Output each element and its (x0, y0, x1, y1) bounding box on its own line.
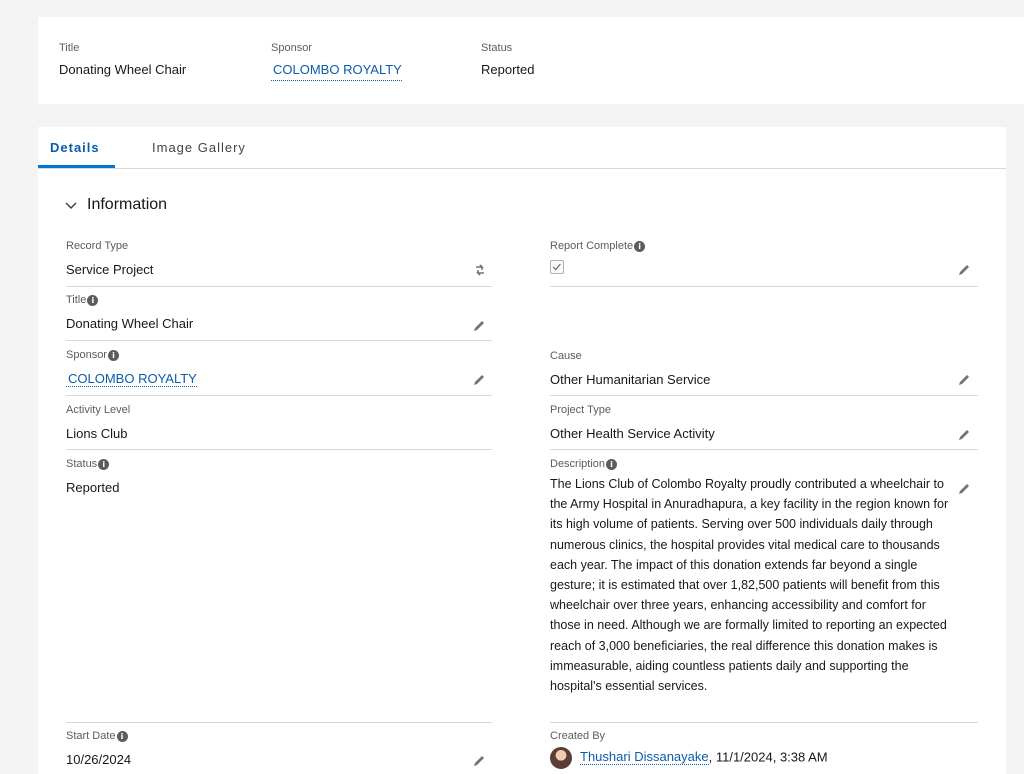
pencil-icon[interactable] (472, 319, 486, 333)
pencil-icon[interactable] (472, 373, 486, 387)
highlights-panel: Title Donating Wheel Chair Sponsor COLOM… (38, 17, 1024, 104)
highlight-sponsor-label: Sponsor (271, 42, 312, 54)
field-label: Created By (550, 730, 606, 742)
info-icon[interactable]: i (87, 294, 99, 306)
info-icon[interactable]: i (116, 730, 128, 742)
field-label: Sponsor (66, 349, 107, 361)
field-label: Cause (550, 350, 582, 362)
user-avatar[interactable] (550, 747, 572, 769)
field-cause: Cause Other Humanitarian Service (550, 349, 710, 390)
field-value: Service Project (66, 262, 154, 277)
field-value: Donating Wheel Chair (66, 316, 194, 331)
highlight-sponsor-link[interactable]: COLOMBO ROYALTY (271, 62, 402, 81)
field-label: Record Type (66, 240, 129, 252)
field-label: Description (550, 458, 606, 470)
field-value: Other Humanitarian Service (550, 372, 711, 387)
field-label-row: Sponsor i (66, 348, 197, 362)
info-icon[interactable]: i (634, 240, 646, 252)
highlight-title-value: Donating Wheel Chair (59, 62, 187, 77)
field-title: Title i Donating Wheel Chair (66, 293, 193, 334)
active-tab-indicator (38, 165, 115, 168)
field-status: Status i Reported (66, 457, 119, 498)
tab-details[interactable]: Details (50, 140, 100, 155)
description-text: The Lions Club of Colombo Royalty proudl… (550, 477, 949, 694)
field-label: Title (66, 294, 87, 306)
record-detail-card: Details Image Gallery Information Record… (38, 127, 1006, 774)
field-divider (66, 449, 492, 450)
pencil-icon[interactable] (957, 263, 971, 277)
field-label-row: Description i (550, 457, 952, 471)
field-label-row: Start Date i (66, 729, 131, 743)
field-report-complete: Report Complete i (550, 239, 646, 279)
section-information-title: Information (87, 196, 168, 213)
field-label-row: Status i (66, 457, 119, 471)
field-sponsor: Sponsor i COLOMBO ROYALTY (66, 348, 197, 389)
info-icon[interactable]: i (606, 458, 618, 470)
highlight-status-label: Status (481, 42, 513, 54)
field-label-row: Title i (66, 293, 193, 307)
field-activity-level: Activity Level Lions Club (66, 403, 130, 444)
highlight-status: Status Reported (481, 42, 534, 79)
highlight-sponsor: Sponsor COLOMBO ROYALTY (271, 42, 402, 81)
section-information-toggle[interactable]: Information (64, 196, 167, 214)
highlight-title: Title Donating Wheel Chair (59, 42, 186, 79)
field-description: Description i The Lions Club of Colombo R… (550, 457, 952, 696)
created-by-user-link[interactable]: Thushari Dissanayake (580, 749, 709, 766)
field-divider (66, 395, 492, 396)
field-start-date: Start Date i 10/26/2024 (66, 729, 131, 770)
pencil-icon[interactable] (957, 482, 971, 496)
info-icon[interactable]: i (107, 349, 119, 361)
field-value: Lions Club (66, 426, 128, 441)
checkmark-icon (552, 263, 561, 271)
field-divider (66, 340, 492, 341)
field-label: Status (66, 458, 98, 470)
field-divider (66, 722, 492, 723)
pencil-icon[interactable] (957, 373, 971, 387)
tab-bar: Details Image Gallery (38, 127, 1006, 169)
field-value-wrap: COLOMBO ROYALTY (66, 369, 197, 389)
highlight-status-value: Reported (481, 62, 535, 77)
field-created-by: Created By Thushari Dissanayake, 11/1/20… (550, 729, 828, 769)
field-divider (550, 286, 978, 287)
chevron-down-icon (65, 202, 77, 210)
field-label: Start Date (66, 730, 116, 742)
field-label-row: Report Complete i (550, 239, 646, 253)
field-label: Report Complete (550, 240, 634, 252)
field-label: Activity Level (66, 404, 131, 416)
tab-image-gallery[interactable]: Image Gallery (152, 140, 246, 155)
field-divider (550, 449, 978, 450)
change-record-type-icon[interactable] (473, 263, 487, 277)
created-by-timestamp: , 11/1/2024, 3:38 AM (708, 749, 828, 765)
field-label: Project Type (550, 404, 611, 416)
field-divider (550, 395, 978, 396)
highlight-title-label: Title (59, 42, 80, 54)
pencil-icon[interactable] (472, 754, 486, 768)
field-value: Other Health Service Activity (550, 426, 715, 441)
field-record-type: Record Type Service Project (66, 239, 153, 280)
pencil-icon[interactable] (957, 428, 971, 442)
field-value: 10/26/2024 (66, 752, 132, 767)
report-complete-checkbox[interactable] (550, 260, 564, 274)
field-value: Reported (66, 480, 120, 495)
info-icon[interactable]: i (98, 458, 110, 470)
field-divider (550, 722, 978, 723)
sponsor-link[interactable]: COLOMBO ROYALTY (66, 371, 197, 387)
field-divider (66, 286, 492, 287)
field-project-type: Project Type Other Health Service Activi… (550, 403, 715, 444)
field-value-row: Thushari Dissanayake, 11/1/2024, 3:38 AM (550, 747, 828, 769)
